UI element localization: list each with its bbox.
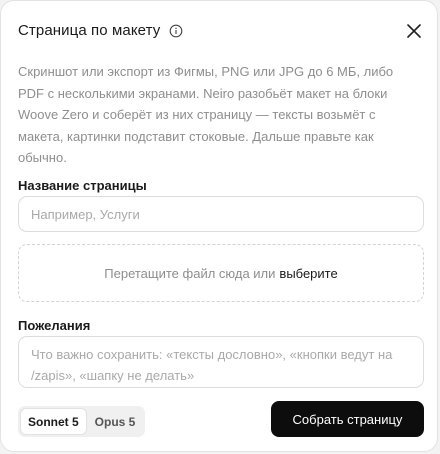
model-option-sonnet[interactable]: Sonnet 5: [21, 409, 86, 434]
build-page-button[interactable]: Собрать страницу: [271, 401, 424, 437]
dropzone-text: Перетащите файл сюда или: [104, 265, 276, 281]
page-name-input[interactable]: [18, 196, 424, 232]
model-switch: Sonnet 5 Opus 5: [18, 406, 146, 437]
close-icon: [407, 24, 421, 38]
info-icon[interactable]: [169, 24, 183, 38]
wishes-label: Пожелания: [18, 318, 91, 333]
dialog-description: Скриншот или экспорт из Фигмы, PNG или J…: [18, 64, 394, 165]
modal-dialog: Страница по макету Скриншот или экспорт …: [0, 0, 438, 452]
model-option-opus[interactable]: Opus 5: [88, 409, 143, 434]
wishes-textarea[interactable]: [18, 336, 424, 388]
file-dropzone[interactable]: Перетащите файл сюда или выберите: [18, 244, 424, 302]
close-button[interactable]: [404, 21, 424, 41]
choose-file-link[interactable]: выберите: [279, 266, 337, 281]
page-name-label: Название страницы: [18, 178, 147, 193]
dialog-title: Страница по макету: [18, 22, 161, 39]
dialog-header: Страница по макету: [18, 22, 183, 39]
